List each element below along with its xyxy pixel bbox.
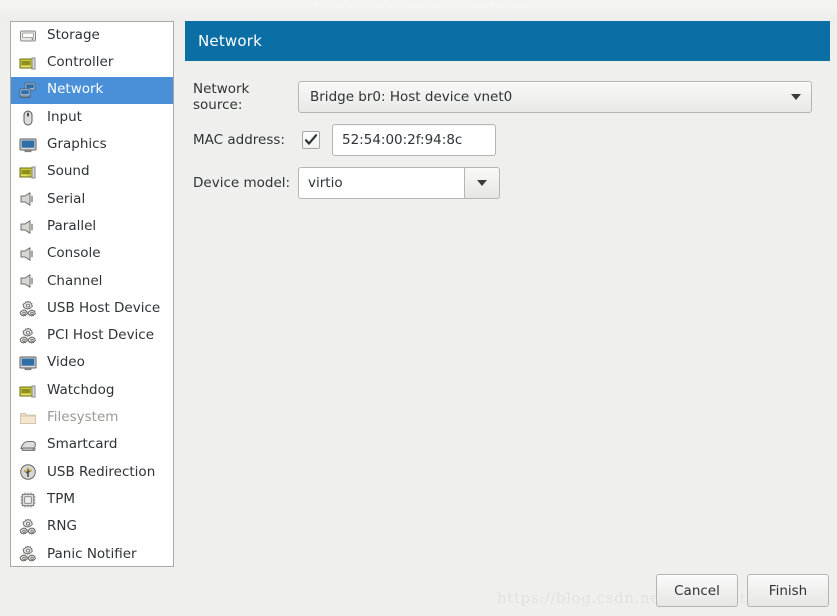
sidebar-item-video[interactable]: Video: [11, 350, 173, 377]
sidebar-item-rng[interactable]: RNG: [11, 513, 173, 540]
sidebar-item-label: Channel: [47, 272, 103, 289]
sidebar-item-label: Filesystem: [47, 409, 119, 426]
device-model-label: Device model:: [193, 175, 291, 191]
sidebar-item-label: RNG: [47, 518, 77, 535]
sidebar-item-watchdog[interactable]: Watchdog: [11, 377, 173, 404]
sidebar-item-smartcard[interactable]: Smartcard: [11, 431, 173, 458]
controller-icon: [19, 382, 37, 400]
folder-icon: [19, 409, 37, 427]
sidebar-item-panic-notifier[interactable]: Panic Notifier: [11, 541, 173, 566]
serial-port-icon: [19, 218, 37, 236]
smartcard-icon: [19, 436, 37, 454]
sidebar-item-label: Storage: [47, 26, 100, 43]
mac-address-input[interactable]: 52:54:00:2f:94:8c: [332, 124, 496, 156]
hardware-category-list[interactable]: Storage Controller Network Input Graphics Sou…: [10, 21, 174, 567]
gears-icon: [19, 300, 37, 318]
network-source-label: Network source:: [193, 81, 250, 113]
usb-icon: [19, 463, 37, 481]
window-title: Add new virtual hardware: [0, 0, 837, 7]
network-source-combobox[interactable]: Bridge br0: Host device vnet0: [298, 81, 812, 113]
sidebar-item-label: Graphics: [47, 136, 107, 153]
sidebar-item-channel[interactable]: Channel: [11, 268, 173, 295]
sidebar-item-network[interactable]: Network: [11, 76, 173, 104]
page-title: Network: [198, 32, 263, 50]
chevron-down-icon: [477, 180, 487, 186]
gears-icon: [19, 518, 37, 536]
chip-icon: [19, 491, 37, 509]
sidebar-item-label: USB Redirection: [47, 463, 156, 480]
mac-address-checkbox[interactable]: [302, 131, 320, 149]
check-icon: [304, 134, 318, 145]
sidebar-item-label: TPM: [47, 490, 76, 507]
chevron-down-icon: [791, 94, 801, 100]
soundcard-icon: [19, 163, 37, 181]
sidebar-item-label: Video: [47, 354, 85, 371]
serial-port-icon: [19, 190, 37, 208]
mouse-icon: [19, 109, 37, 127]
device-model-row: Device model: virtio: [185, 165, 830, 201]
serial-port-icon: [19, 245, 37, 263]
sidebar-item-console[interactable]: Console: [11, 240, 173, 267]
storage-icon: [19, 27, 37, 45]
display-icon: [19, 136, 37, 154]
sidebar-item-label: Panic Notifier: [47, 545, 137, 562]
panel-header: Network: [185, 21, 830, 61]
sidebar-item-filesystem[interactable]: Filesystem: [11, 404, 173, 431]
network-source-value: Bridge br0: Host device vnet0: [310, 89, 513, 105]
sidebar-item-label: Sound: [47, 163, 90, 180]
sidebar-item-label: Console: [47, 245, 101, 262]
serial-port-icon: [19, 272, 37, 290]
sidebar-item-usb-redirection[interactable]: USB Redirection: [11, 459, 173, 486]
network-source-row: Network source: Bridge br0: Host device …: [185, 79, 830, 115]
network-settings-panel: Network Network source: Bridge br0: Host…: [185, 21, 830, 581]
sidebar-item-usb-host-device[interactable]: USB Host Device: [11, 295, 173, 322]
dialog-button-bar: Cancel Finish: [656, 574, 829, 607]
finish-button[interactable]: Finish: [747, 574, 829, 607]
sidebar-item-label: Smartcard: [47, 436, 118, 453]
sidebar-item-pci-host-device[interactable]: PCI Host Device: [11, 322, 173, 349]
sidebar-item-label: Controller: [47, 54, 114, 71]
sidebar-item-storage[interactable]: Storage: [11, 22, 173, 49]
mac-address-row: MAC address: 52:54:00:2f:94:8c: [185, 122, 830, 158]
sidebar-item-controller[interactable]: Controller: [11, 49, 173, 76]
sidebar-item-parallel[interactable]: Parallel: [11, 213, 173, 240]
sidebar-item-label: Input: [47, 108, 82, 125]
window-title-bar: Add new virtual hardware: [0, 0, 837, 8]
sidebar-item-label: Parallel: [47, 217, 97, 234]
sidebar-item-label: PCI Host Device: [47, 327, 155, 344]
gears-icon: [19, 327, 37, 345]
sidebar-item-graphics[interactable]: Graphics: [11, 131, 173, 158]
top-background-strip: [0, 8, 837, 21]
sidebar-item-label: Watchdog: [47, 381, 115, 398]
device-model-value: virtio: [308, 175, 343, 191]
mac-address-label: MAC address:: [193, 132, 285, 148]
network-icon: [19, 81, 37, 99]
device-model-dropdown-button[interactable]: [464, 167, 500, 199]
sidebar-item-label: Serial: [47, 190, 86, 207]
sidebar-item-label: Network: [47, 81, 104, 98]
cancel-button[interactable]: Cancel: [656, 574, 738, 607]
display-icon: [19, 354, 37, 372]
controller-icon: [19, 54, 37, 72]
device-model-input[interactable]: virtio: [298, 167, 464, 199]
gears-icon: [19, 545, 37, 563]
mac-address-value: 52:54:00:2f:94:8c: [342, 132, 463, 148]
sidebar-item-sound[interactable]: Sound: [11, 158, 173, 185]
sidebar-item-label: USB Host Device: [47, 299, 161, 316]
network-form: Network source: Bridge br0: Host device …: [185, 61, 830, 201]
sidebar-item-input[interactable]: Input: [11, 104, 173, 131]
device-model-combobox[interactable]: virtio: [298, 167, 500, 199]
sidebar-item-tpm[interactable]: TPM: [11, 486, 173, 513]
sidebar-item-serial[interactable]: Serial: [11, 186, 173, 213]
